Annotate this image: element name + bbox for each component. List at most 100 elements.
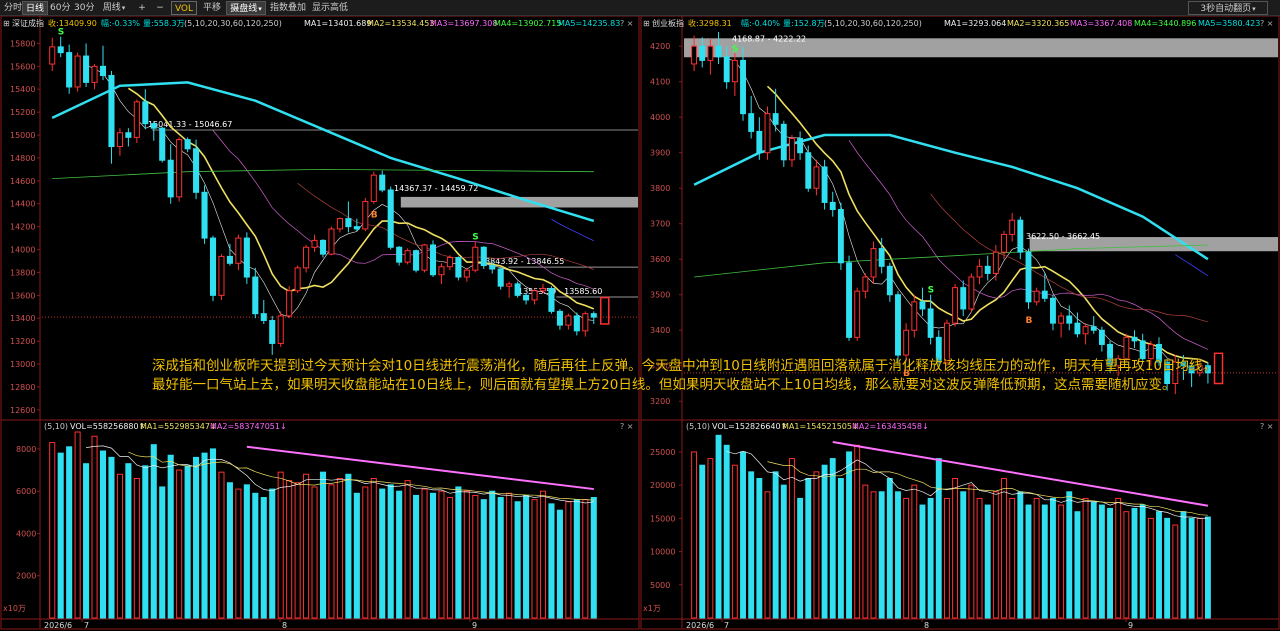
- p0-ytick-label: 12600: [10, 406, 35, 415]
- p1-candle-body: [756, 130, 763, 154]
- p0-volume-bar: [480, 499, 487, 619]
- p0-volume-bar: [201, 452, 208, 619]
- p0-candle-body: [218, 255, 225, 296]
- p1-volume-bar: [960, 491, 967, 619]
- p0-candle-body: [133, 101, 140, 138]
- p0-volume-bar: [260, 497, 267, 619]
- p1-ma60-line: [1175, 254, 1209, 277]
- toolbar-item-0[interactable]: 分时: [2, 1, 22, 15]
- p0-candle-body: [303, 246, 310, 269]
- toolbar-item-4[interactable]: 周线: [96, 1, 132, 15]
- p1-candle-body: [1017, 219, 1024, 253]
- p1-volume-bar: [1147, 517, 1154, 619]
- p0-volume-bar: [184, 465, 191, 619]
- p1-volume-bar: [968, 484, 975, 619]
- p0-candle-body: [116, 132, 123, 147]
- p1-candle-body: [846, 262, 852, 338]
- p0-candle-body: [379, 174, 386, 191]
- p1-volume-bar: [723, 444, 730, 619]
- p0-volume-bar: [209, 448, 217, 619]
- p0-volume-bar: [226, 482, 233, 619]
- p1-candle-body: [780, 123, 787, 161]
- p1-volume-bar: [992, 491, 999, 619]
- p0-volume-bar: [319, 471, 327, 619]
- p0-volume-bar: [590, 497, 597, 619]
- p0-volume-bar: [277, 471, 284, 619]
- p1-candle-body: [992, 251, 999, 274]
- p1-volume-bar: [1164, 517, 1171, 619]
- p0-hdr-change: 幅:-0.33%: [101, 18, 140, 28]
- toolbar-item-7[interactable]: VOL: [171, 1, 197, 15]
- p0-ytick-label: 13800: [10, 268, 35, 277]
- p0-volume-bar: [74, 431, 81, 619]
- p1-xtick-label: 2026/6: [686, 621, 714, 630]
- p0-ytick-label: 15200: [10, 108, 35, 117]
- p1-volume-bar: [903, 497, 910, 619]
- p0-candle-body: [150, 123, 157, 129]
- p0-candle-body: [201, 191, 208, 239]
- p0-hdr-ma4: MA4=13902.715: [494, 19, 561, 28]
- toolbar-item-1[interactable]: 日线: [22, 1, 48, 15]
- toolbar-item-2[interactable]: 60分: [48, 1, 72, 15]
- p0-volume-bar: [243, 484, 250, 619]
- p0-volume-bar: [108, 456, 115, 619]
- p0-candle-body: [353, 226, 360, 230]
- p0-candle-body: [548, 287, 555, 312]
- p0-volume-bar: [142, 465, 149, 619]
- p1-annotation-2: 3622.50 - 3662.45: [1026, 232, 1100, 241]
- p1-hdr-change: 幅:-0.40%: [741, 18, 780, 28]
- p1-hdr-ma3: MA3=3367.408: [1070, 19, 1132, 28]
- p1-volume-bar: [707, 458, 714, 619]
- p0-xtick-label: 2026/6: [44, 621, 72, 630]
- p0-xtick-label: 7: [84, 621, 89, 630]
- p0-index-name: 深证成指: [12, 18, 44, 28]
- p0-volume-bar: [582, 499, 589, 619]
- p1-volume-bar: [1172, 524, 1179, 619]
- toolbar-item-9[interactable]: 摄盘线: [226, 1, 266, 15]
- p0-ma60-line: [551, 219, 594, 242]
- toolbar-item-6[interactable]: −: [152, 1, 168, 15]
- p0-annotation-2: 14367.37 - 14459.72: [394, 184, 478, 193]
- p0-candle-body: [565, 315, 572, 326]
- p0-candle-body: [514, 283, 521, 296]
- p0-ytick-label: 12800: [10, 383, 35, 392]
- p1-candle-body: [691, 45, 698, 65]
- p1-volume-bar: [862, 484, 869, 619]
- p1-volume-bar: [1074, 511, 1081, 619]
- p0-volume-bar: [472, 494, 479, 619]
- p1-candle-body: [1001, 233, 1007, 253]
- p1-vol-ytick: 5000: [650, 581, 670, 590]
- p1-buy-mark: B: [1025, 316, 1032, 326]
- p0-ytick-label: 15600: [10, 62, 35, 71]
- p0-candle-body: [167, 159, 174, 198]
- p1-candle-body: [731, 59, 738, 83]
- p0-candle-body: [590, 313, 597, 318]
- toolbar-item-10[interactable]: 指数叠加: [268, 1, 308, 15]
- p0-ytick-label: 15800: [10, 39, 35, 48]
- p1-candle-body: [1041, 290, 1048, 299]
- p1-candle-body: [707, 45, 714, 61]
- p0-candle-body: [74, 55, 81, 88]
- toolbar-item-5[interactable]: +: [134, 1, 150, 15]
- p1-volume-bar: [1090, 501, 1097, 619]
- p1-volume-bar: [984, 504, 991, 619]
- p0-ytick-label: 13200: [10, 337, 35, 346]
- chart-canvas: ⊞ 深证成指 收:13409.90 幅:-0.33% 量:558.3万 (5,10,20,…: [0, 16, 1280, 630]
- p1-volume-bar: [1107, 507, 1113, 619]
- p1-volume-bar: [895, 491, 901, 619]
- p0-ytick-label: 15400: [10, 85, 35, 94]
- auto-page-dropdown[interactable]: 3秒自动翻页: [1188, 1, 1268, 15]
- p0-xtick-label: 9: [472, 621, 477, 630]
- p1-candle-body: [1098, 329, 1105, 345]
- p0-hdr-close: 收:13409.90: [48, 18, 97, 28]
- p1-candle-body: [789, 138, 795, 161]
- p0-candle-body: [252, 276, 259, 315]
- p1-hdr-volume: 量:152.8万: [783, 19, 825, 28]
- p0-volume-bar: [548, 503, 555, 619]
- toolbar-item-3[interactable]: 30分: [72, 1, 96, 15]
- toolbar-item-8[interactable]: 平移: [199, 1, 225, 15]
- p1-candle-body: [960, 287, 967, 310]
- toolbar-item-11[interactable]: 显示高低: [310, 1, 350, 15]
- p1-volume-bar: [943, 497, 950, 619]
- p0-volume-bar: [303, 473, 310, 619]
